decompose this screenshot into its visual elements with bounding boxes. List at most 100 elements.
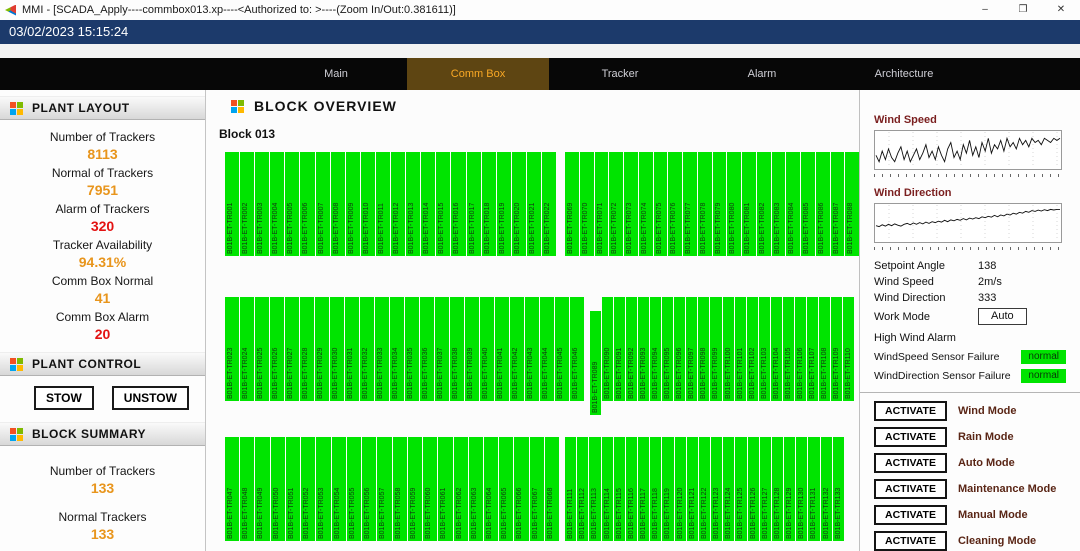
tab-main[interactable]: Main bbox=[265, 58, 407, 90]
tracker-bar[interactable]: B01B-ET-TR073 bbox=[624, 152, 638, 256]
tracker-bar[interactable]: B01B-ET-TR107 bbox=[807, 297, 818, 401]
activate-maintenance-mode-button[interactable]: ACTIVATE bbox=[874, 479, 947, 499]
tracker-bar[interactable]: B01B-ET-TR074 bbox=[639, 152, 653, 256]
tracker-bar[interactable]: B01B-ET-TR132 bbox=[821, 437, 832, 541]
tracker-bar[interactable]: B01B-ET-TR048 bbox=[240, 437, 254, 541]
tracker-bar[interactable]: B01B-ET-TR130 bbox=[796, 437, 807, 541]
tracker-bar[interactable]: B01B-ET-TR020 bbox=[512, 152, 526, 256]
tracker-bar[interactable]: B01B-ET-TR093 bbox=[638, 297, 649, 401]
tracker-bar[interactable]: B01B-ET-TR064 bbox=[484, 437, 498, 541]
tracker-bar[interactable]: B01B-ET-TR103 bbox=[759, 297, 770, 401]
tab-tracker[interactable]: Tracker bbox=[549, 58, 691, 90]
tracker-bar[interactable]: B01B-ET-TR101 bbox=[735, 297, 746, 401]
tracker-bar[interactable]: B01B-ET-TR068 bbox=[545, 437, 559, 541]
tracker-bar[interactable]: B01B-ET-TR096 bbox=[674, 297, 685, 401]
tracker-bar[interactable]: B01B-ET-TR090 bbox=[602, 297, 613, 401]
tracker-bar[interactable]: B01B-ET-TR027 bbox=[285, 297, 299, 401]
tracker-bar[interactable]: B01B-ET-TR015 bbox=[436, 152, 450, 256]
tracker-bar[interactable]: B01B-ET-TR113 bbox=[589, 437, 600, 541]
tracker-bar[interactable]: B01B-ET-TR065 bbox=[499, 437, 513, 541]
activate-wind-mode-button[interactable]: ACTIVATE bbox=[874, 401, 947, 421]
tracker-bar[interactable]: B01B-ET-TR039 bbox=[465, 297, 479, 401]
tracker-bar[interactable]: B01B-ET-TR105 bbox=[783, 297, 794, 401]
tracker-bar[interactable]: B01B-ET-TR091 bbox=[614, 297, 625, 401]
tracker-bar[interactable]: B01B-ET-TR088 bbox=[845, 152, 859, 256]
tracker-bar[interactable]: B01B-ET-TR032 bbox=[360, 297, 374, 401]
tracker-bar[interactable]: B01B-ET-TR133 bbox=[833, 437, 844, 541]
tracker-bar[interactable]: B01B-ET-TR089 bbox=[590, 311, 601, 415]
tracker-bar[interactable]: B01B-ET-TR012 bbox=[391, 152, 405, 256]
tracker-bar[interactable]: B01B-ET-TR098 bbox=[698, 297, 709, 401]
tracker-bar[interactable]: B01B-ET-TR097 bbox=[686, 297, 697, 401]
tracker-bar[interactable]: B01B-ET-TR067 bbox=[530, 437, 544, 541]
tracker-bar[interactable]: B01B-ET-TR031 bbox=[345, 297, 359, 401]
tracker-bar[interactable]: B01B-ET-TR106 bbox=[795, 297, 806, 401]
tracker-bar[interactable]: B01B-ET-TR053 bbox=[316, 437, 330, 541]
tracker-bar[interactable]: B01B-ET-TR128 bbox=[772, 437, 783, 541]
tracker-bar[interactable]: B01B-ET-TR025 bbox=[255, 297, 269, 401]
tracker-bar[interactable]: B01B-ET-TR033 bbox=[375, 297, 389, 401]
tracker-bar[interactable]: B01B-ET-TR046 bbox=[570, 297, 584, 401]
stow-button[interactable]: STOW bbox=[34, 386, 94, 410]
tracker-bar[interactable]: B01B-ET-TR077 bbox=[683, 152, 697, 256]
tracker-bar[interactable]: B01B-ET-TR043 bbox=[525, 297, 539, 401]
tracker-bar[interactable]: B01B-ET-TR004 bbox=[270, 152, 284, 256]
tracker-bar[interactable]: B01B-ET-TR054 bbox=[332, 437, 346, 541]
tracker-bar[interactable]: B01B-ET-TR001 bbox=[225, 152, 239, 256]
tracker-bar[interactable]: B01B-ET-TR050 bbox=[271, 437, 285, 541]
tracker-bar[interactable]: B01B-ET-TR081 bbox=[742, 152, 756, 256]
tracker-bar[interactable]: B01B-ET-TR035 bbox=[405, 297, 419, 401]
tracker-bar[interactable]: B01B-ET-TR037 bbox=[435, 297, 449, 401]
activate-auto-mode-button[interactable]: ACTIVATE bbox=[874, 453, 947, 473]
tracker-bar[interactable]: B01B-ET-TR075 bbox=[654, 152, 668, 256]
tracker-bar[interactable]: B01B-ET-TR055 bbox=[347, 437, 361, 541]
tracker-bar[interactable]: B01B-ET-TR131 bbox=[808, 437, 819, 541]
tracker-bar[interactable]: B01B-ET-TR022 bbox=[542, 152, 556, 256]
tracker-bar[interactable]: B01B-ET-TR029 bbox=[315, 297, 329, 401]
tracker-bar[interactable]: B01B-ET-TR019 bbox=[497, 152, 511, 256]
tracker-bar[interactable]: B01B-ET-TR026 bbox=[270, 297, 284, 401]
tracker-bar[interactable]: B01B-ET-TR024 bbox=[240, 297, 254, 401]
tracker-bar[interactable]: B01B-ET-TR109 bbox=[831, 297, 842, 401]
tracker-bar[interactable]: B01B-ET-TR009 bbox=[346, 152, 360, 256]
tracker-bar[interactable]: B01B-ET-TR111 bbox=[565, 437, 576, 541]
tracker-bar[interactable]: B01B-ET-TR086 bbox=[816, 152, 830, 256]
activate-cleaning-mode-button[interactable]: ACTIVATE bbox=[874, 531, 947, 551]
tracker-bar[interactable]: B01B-ET-TR082 bbox=[757, 152, 771, 256]
tracker-bar[interactable]: B01B-ET-TR063 bbox=[469, 437, 483, 541]
tracker-bar[interactable]: B01B-ET-TR042 bbox=[510, 297, 524, 401]
tracker-bar[interactable]: B01B-ET-TR122 bbox=[699, 437, 710, 541]
tracker-bar[interactable]: B01B-ET-TR099 bbox=[710, 297, 721, 401]
work-mode-select[interactable]: Auto bbox=[978, 308, 1027, 325]
tracker-bar[interactable]: B01B-ET-TR061 bbox=[438, 437, 452, 541]
tracker-bar[interactable]: B01B-ET-TR030 bbox=[330, 297, 344, 401]
tracker-bar[interactable]: B01B-ET-TR038 bbox=[450, 297, 464, 401]
tracker-bar[interactable]: B01B-ET-TR124 bbox=[723, 437, 734, 541]
tracker-bar[interactable]: B01B-ET-TR080 bbox=[727, 152, 741, 256]
tracker-bar[interactable]: B01B-ET-TR121 bbox=[687, 437, 698, 541]
tracker-bar[interactable]: B01B-ET-TR092 bbox=[626, 297, 637, 401]
close-icon[interactable]: ✕ bbox=[1042, 0, 1080, 20]
tab-comm-box[interactable]: Comm Box bbox=[407, 58, 549, 90]
tracker-bar[interactable]: B01B-ET-TR114 bbox=[602, 437, 613, 541]
tracker-bar[interactable]: B01B-ET-TR069 bbox=[565, 152, 579, 256]
tracker-bar[interactable]: B01B-ET-TR072 bbox=[609, 152, 623, 256]
minimize-icon[interactable]: – bbox=[966, 0, 1004, 20]
tracker-bar[interactable]: B01B-ET-TR062 bbox=[454, 437, 468, 541]
tracker-bar[interactable]: B01B-ET-TR017 bbox=[467, 152, 481, 256]
tracker-bar[interactable]: B01B-ET-TR014 bbox=[421, 152, 435, 256]
tracker-bar[interactable]: B01B-ET-TR104 bbox=[771, 297, 782, 401]
tracker-bar[interactable]: B01B-ET-TR011 bbox=[376, 152, 390, 256]
tracker-bar[interactable]: B01B-ET-TR007 bbox=[316, 152, 330, 256]
activate-rain-mode-button[interactable]: ACTIVATE bbox=[874, 427, 947, 447]
tracker-bar[interactable]: B01B-ET-TR083 bbox=[772, 152, 786, 256]
tracker-bar[interactable]: B01B-ET-TR066 bbox=[514, 437, 528, 541]
tracker-bar[interactable]: B01B-ET-TR087 bbox=[831, 152, 845, 256]
tracker-bar[interactable]: B01B-ET-TR129 bbox=[784, 437, 795, 541]
unstow-button[interactable]: UNSTOW bbox=[112, 386, 189, 410]
tracker-bar[interactable]: B01B-ET-TR060 bbox=[423, 437, 437, 541]
tracker-bar[interactable]: B01B-ET-TR049 bbox=[255, 437, 269, 541]
tracker-bar[interactable]: B01B-ET-TR059 bbox=[408, 437, 422, 541]
tracker-bar[interactable]: B01B-ET-TR078 bbox=[698, 152, 712, 256]
tracker-bar[interactable]: B01B-ET-TR018 bbox=[482, 152, 496, 256]
